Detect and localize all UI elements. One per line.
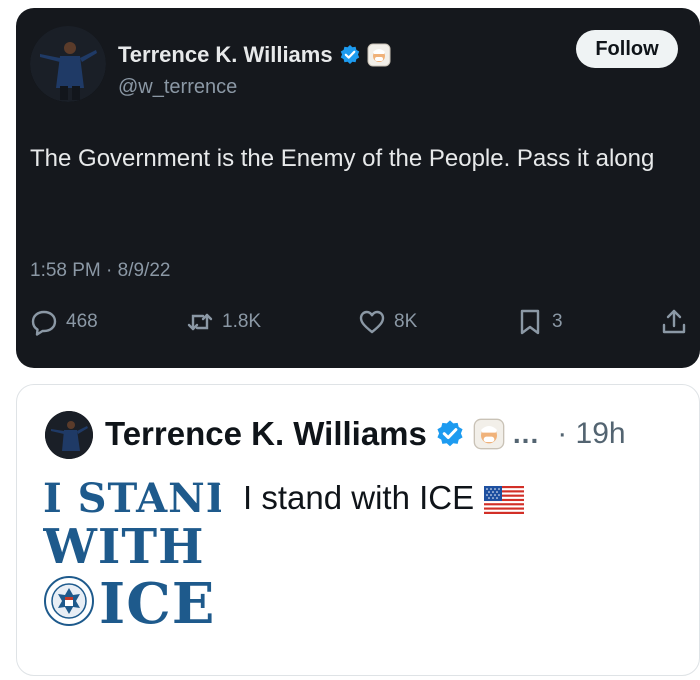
author-handle[interactable]: @w_terrence: [118, 76, 237, 99]
author-name[interactable]: Terrence K. Williams: [105, 415, 427, 453]
bookmark-count: 3: [552, 311, 563, 332]
heart-icon: [358, 308, 386, 336]
tweet-text: I stand with ICE: [243, 479, 525, 517]
tweet-time[interactable]: · 19h: [557, 417, 625, 451]
author-name[interactable]: Terrence K. Williams: [118, 42, 333, 68]
bookmark-button[interactable]: 3: [516, 308, 563, 336]
avatar[interactable]: [45, 411, 93, 459]
us-flag-icon: [484, 484, 525, 514]
image-text-line1: I STAND: [43, 475, 221, 522]
tweet-card-light[interactable]: Terrence K. Williams ... · 19h I STAND: [16, 384, 700, 676]
retweet-button[interactable]: 1.8K: [186, 308, 261, 336]
reply-count: 468: [66, 311, 98, 332]
share-button[interactable]: [660, 308, 688, 336]
verified-badge-icon: [435, 419, 465, 449]
verified-badge-icon: [339, 44, 361, 66]
avatar-photo: [30, 26, 106, 102]
like-button[interactable]: 8K: [358, 308, 417, 336]
tweet-card-dark[interactable]: Terrence K. Williams @w_terrence Follow …: [16, 8, 700, 368]
tweet-text: The Government is the Enemy of the Peopl…: [30, 145, 655, 172]
share-icon: [660, 308, 688, 336]
avatar-photo: [45, 411, 93, 459]
tweet-timestamp[interactable]: 1:58 PM · 8/9/22: [30, 260, 170, 282]
like-count: 8K: [394, 311, 418, 332]
retweet-icon: [186, 308, 214, 336]
follow-button[interactable]: Follow: [576, 30, 678, 68]
image-text-line2: WITH: [43, 519, 205, 575]
screenshot: Terrence K. Williams @w_terrence Follow …: [0, 0, 700, 680]
tweet-text-content: I stand with ICE: [243, 479, 475, 516]
reply-button[interactable]: 468: [30, 308, 98, 336]
profile-emoji-icon: [367, 43, 391, 67]
tweet-actions: 468 1.8K 8K 3: [30, 308, 690, 344]
retweet-count: 1.8K: [222, 311, 262, 332]
author-row: Terrence K. Williams ... · 19h: [105, 415, 695, 453]
image-text-line3: ICE: [99, 571, 216, 637]
bookmark-icon: [516, 308, 544, 336]
reply-icon: [30, 308, 58, 336]
author-row: Terrence K. Williams: [118, 42, 391, 68]
avatar[interactable]: [30, 26, 106, 102]
tweet-image[interactable]: I STAND WITH ICE: [43, 475, 221, 639]
profile-emoji-icon: [473, 418, 505, 450]
dhs-seal-icon: [43, 575, 95, 627]
name-truncation: ...: [512, 418, 540, 449]
